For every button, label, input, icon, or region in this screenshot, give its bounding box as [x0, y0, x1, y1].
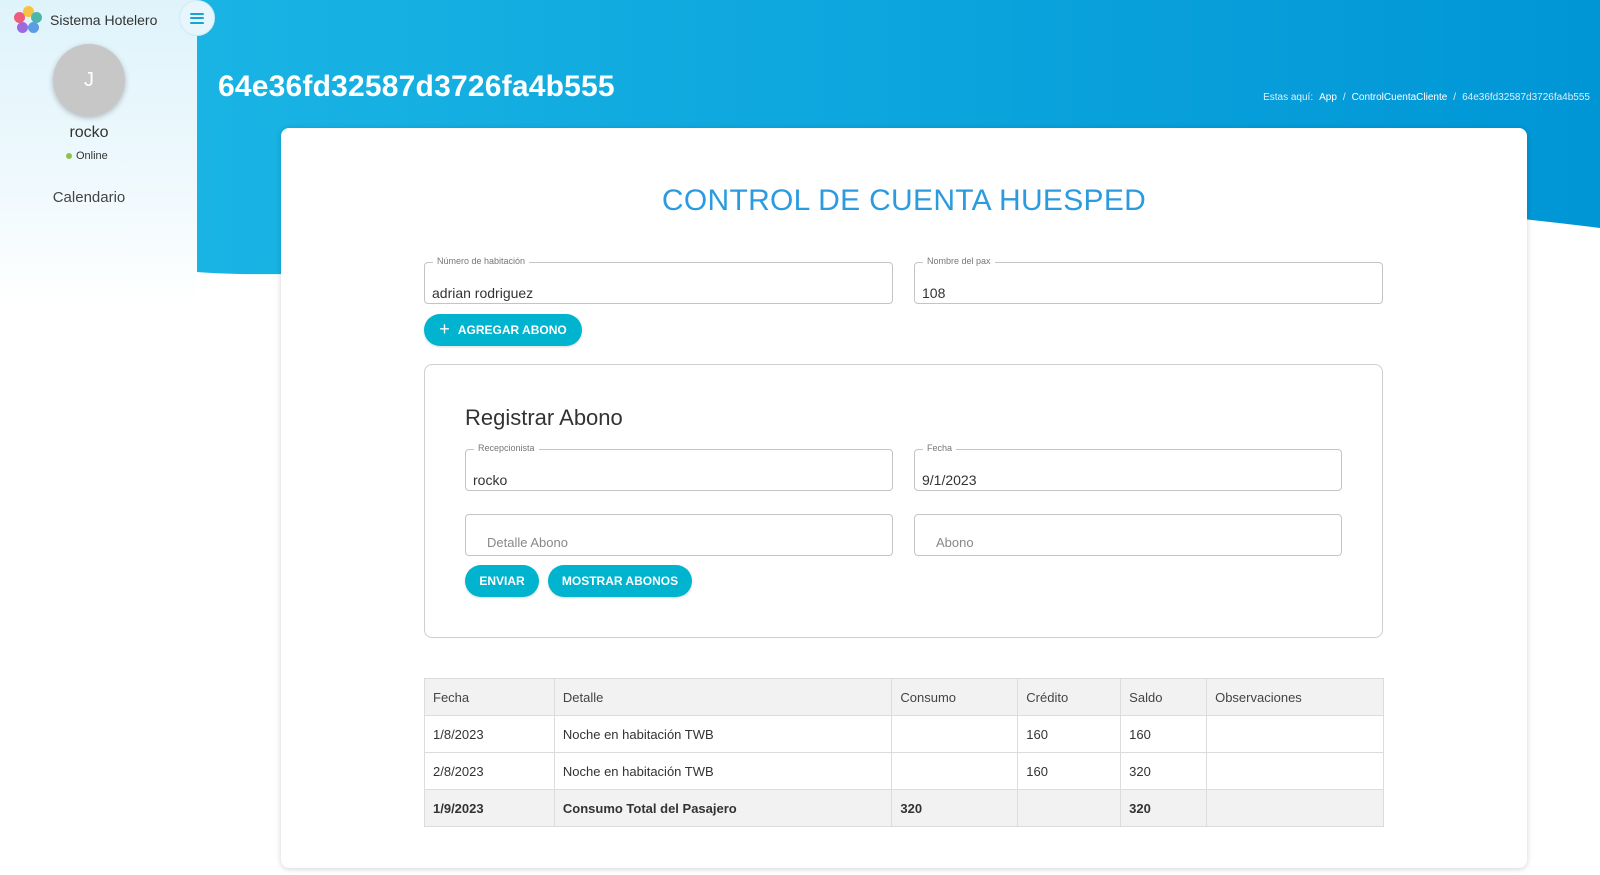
brand[interactable]: Sistema Hotelero [14, 6, 157, 34]
page-title: 64e36fd32587d3726fa4b555 [218, 70, 615, 103]
column-header-fecha: Fecha [424, 678, 555, 716]
user-status: Online [66, 150, 108, 162]
total-consumo: 320 [891, 789, 1019, 827]
cell-observaciones [1206, 752, 1384, 790]
flower-logo-icon [14, 6, 42, 34]
sidebar: Sistema Hotelero J rocko Online Calendar… [0, 0, 197, 875]
breadcrumb-separator: / [1342, 92, 1346, 103]
total-saldo: 320 [1120, 789, 1208, 827]
plus-icon: + [439, 319, 450, 339]
pax-name-label: Nombre del pax [923, 256, 995, 266]
total-credito [1017, 789, 1122, 827]
sidebar-item-calendario[interactable]: Calendario [0, 189, 178, 206]
ledger-table: Fecha Detalle Consumo Crédito Saldo Obse… [424, 678, 1384, 827]
send-button-label: ENVIAR [479, 574, 525, 588]
total-fecha: 1/9/2023 [424, 789, 555, 827]
hamburger-icon [190, 12, 204, 24]
cell-detalle: Noche en habitación TWB [553, 715, 893, 753]
room-number-label: Número de habitación [433, 256, 530, 266]
avatar[interactable]: J [53, 44, 125, 116]
abono-amount-placeholder: Abono [936, 535, 974, 550]
total-detalle: Consumo Total del Pasajero [553, 789, 893, 827]
column-header-consumo: Consumo [891, 678, 1019, 716]
receptionist-label: Recepcionista [474, 443, 539, 453]
abono-amount-input[interactable]: Abono [914, 514, 1342, 556]
card-heading: CONTROL DE CUENTA HUESPED [661, 184, 1147, 217]
cell-credito: 160 [1017, 715, 1122, 753]
column-header-saldo: Saldo [1120, 678, 1208, 716]
total-observaciones [1206, 789, 1384, 827]
add-abono-button[interactable]: + AGREGAR ABONO [424, 314, 582, 346]
table-row: 1/8/2023 Noche en habitación TWB 160 160 [424, 715, 1384, 753]
pax-name-field[interactable]: Nombre del pax 108 [914, 256, 1383, 304]
breadcrumb-item-current: 64e36fd32587d3726fa4b555 [1462, 92, 1590, 103]
show-abonos-button[interactable]: MOSTRAR ABONOS [548, 565, 692, 597]
breadcrumb-prefix: Estas aquí: [1263, 92, 1314, 103]
column-header-detalle: Detalle [553, 678, 893, 716]
send-button[interactable]: ENVIAR [465, 565, 539, 597]
detalle-abono-placeholder: Detalle Abono [487, 535, 568, 550]
online-dot-icon [66, 153, 72, 159]
cell-consumo [891, 752, 1019, 790]
cell-fecha: 2/8/2023 [424, 752, 555, 790]
show-abonos-label: MOSTRAR ABONOS [561, 574, 679, 588]
date-field[interactable]: Fecha 9/1/2023 [914, 443, 1342, 491]
table-total-row: 1/9/2023 Consumo Total del Pasajero 320 … [424, 789, 1384, 827]
hamburger-menu-button[interactable] [179, 0, 215, 36]
room-number-value: adrian rodriguez [432, 285, 534, 301]
column-header-credito: Crédito [1017, 678, 1122, 716]
app-name: Sistema Hotelero [50, 12, 158, 28]
user-name: rocko [69, 124, 109, 141]
cell-consumo [891, 715, 1019, 753]
table-row: 2/8/2023 Noche en habitación TWB 160 320 [424, 752, 1384, 790]
detalle-abono-input[interactable]: Detalle Abono [465, 514, 893, 556]
breadcrumb-item-app[interactable]: App [1319, 92, 1337, 103]
column-header-observaciones: Observaciones [1206, 678, 1384, 716]
breadcrumb-separator: / [1453, 92, 1457, 103]
add-abono-label: AGREGAR ABONO [457, 323, 567, 337]
user-status-label: Online [76, 150, 108, 162]
date-value: 9/1/2023 [922, 472, 977, 488]
date-label: Fecha [923, 443, 957, 453]
cell-credito: 160 [1017, 752, 1122, 790]
cell-observaciones [1206, 715, 1384, 753]
cell-detalle: Noche en habitación TWB [553, 752, 893, 790]
receptionist-field[interactable]: Recepcionista rocko [465, 443, 893, 491]
pax-name-value: 108 [922, 285, 946, 301]
receptionist-value: rocko [473, 472, 508, 488]
breadcrumb-item-controlcuentacliente[interactable]: ControlCuentaCliente [1352, 92, 1448, 103]
avatar-initial: J [84, 68, 94, 91]
cell-saldo: 320 [1120, 752, 1208, 790]
registrar-abono-title: Registrar Abono [465, 405, 623, 430]
cell-fecha: 1/8/2023 [424, 715, 555, 753]
table-header-row: Fecha Detalle Consumo Crédito Saldo Obse… [424, 678, 1384, 716]
room-number-field[interactable]: Número de habitación adrian rodriguez [424, 256, 893, 304]
cell-saldo: 160 [1120, 715, 1208, 753]
breadcrumb: Estas aquí: App / ControlCuentaCliente /… [1263, 92, 1590, 103]
